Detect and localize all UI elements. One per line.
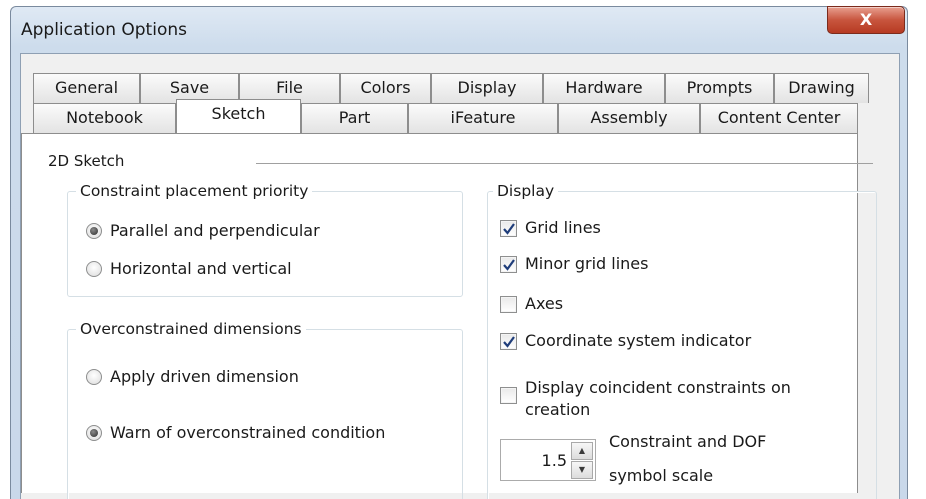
spin-down-arrow-icon[interactable]: ▼: [571, 461, 593, 479]
tab-drawing[interactable]: Drawing: [774, 73, 869, 103]
checkbox-label-line2: creation: [525, 400, 591, 419]
checkbox-label: Axes: [525, 294, 564, 313]
constraint-placement-group: [67, 191, 463, 297]
spin-up-arrow-icon[interactable]: ▲: [571, 442, 593, 460]
radio-warn-overconstrained[interactable]: Warn of overconstrained condition: [86, 423, 385, 442]
section-title-2d-sketch: 2D Sketch: [48, 152, 125, 170]
radio-selected-icon[interactable]: [86, 425, 102, 441]
checkbox-display-coincident-constraints[interactable]: Display coincident constraints on creati…: [500, 377, 791, 421]
checkbox-unchecked-icon[interactable]: [500, 387, 517, 404]
radio-unselected-icon[interactable]: [86, 261, 102, 277]
tab-sketch[interactable]: Sketch: [176, 99, 301, 133]
radio-apply-driven-dimension[interactable]: Apply driven dimension: [86, 367, 299, 386]
symbol-scale-label-line2: symbol scale: [609, 466, 714, 485]
checkbox-grid-lines[interactable]: Grid lines: [500, 218, 601, 237]
checkbox-label-line1: Display coincident constraints on: [525, 378, 791, 397]
tab-content-center[interactable]: Content Center: [700, 103, 858, 133]
checkbox-checked-icon[interactable]: [500, 333, 517, 350]
constraint-placement-label: Constraint placement priority: [76, 182, 313, 200]
window-title: Application Options: [21, 20, 187, 40]
checkbox-label: Coordinate system indicator: [525, 331, 752, 350]
tab-ifeature[interactable]: iFeature: [408, 103, 558, 133]
checkbox-label: Grid lines: [525, 218, 601, 237]
checkbox-label: Minor grid lines: [525, 254, 649, 273]
checkbox-checked-icon[interactable]: [500, 220, 517, 237]
symbol-scale-label-line1: Constraint and DOF: [609, 432, 767, 451]
radio-label: Parallel and perpendicular: [110, 221, 320, 240]
close-button[interactable]: X: [827, 6, 905, 34]
checkbox-minor-grid-lines[interactable]: Minor grid lines: [500, 254, 648, 273]
radio-parallel-perpendicular[interactable]: Parallel and perpendicular: [86, 221, 320, 240]
checkbox-unchecked-icon[interactable]: [500, 296, 517, 313]
tab-notebook[interactable]: Notebook: [33, 103, 176, 133]
radio-label: Apply driven dimension: [110, 367, 299, 386]
tab-general[interactable]: General: [33, 73, 140, 103]
symbol-scale-stepper[interactable]: 1.5 ▲ ▼: [500, 439, 596, 481]
tab-assembly[interactable]: Assembly: [558, 103, 700, 133]
radio-unselected-icon[interactable]: [86, 369, 102, 385]
display-group-label: Display: [493, 182, 559, 200]
radio-label: Warn of overconstrained condition: [110, 423, 386, 442]
radio-selected-icon[interactable]: [86, 223, 102, 239]
radio-label: Horizontal and vertical: [110, 259, 292, 278]
tab-prompts[interactable]: Prompts: [665, 73, 774, 103]
overconstrained-group: [67, 329, 463, 499]
checkbox-label: Display coincident constraints on creati…: [525, 377, 791, 421]
tab-part[interactable]: Part: [301, 103, 408, 133]
sketch-tab-panel: 2D Sketch Constraint placement priority …: [21, 133, 877, 499]
title-bar[interactable]: Application Options X: [11, 6, 907, 53]
overconstrained-label: Overconstrained dimensions: [76, 320, 306, 338]
close-icon: X: [859, 10, 873, 29]
tab-hardware[interactable]: Hardware: [543, 73, 665, 103]
tab-display[interactable]: Display: [431, 73, 543, 103]
checkbox-axes[interactable]: Axes: [500, 294, 563, 313]
tab-colors[interactable]: Colors: [340, 73, 431, 103]
symbol-scale-value[interactable]: 1.5: [501, 451, 567, 470]
radio-horizontal-vertical[interactable]: Horizontal and vertical: [86, 259, 292, 278]
section-divider: [256, 163, 873, 164]
checkbox-coordinate-system-indicator[interactable]: Coordinate system indicator: [500, 331, 751, 350]
checkbox-checked-icon[interactable]: [500, 256, 517, 273]
